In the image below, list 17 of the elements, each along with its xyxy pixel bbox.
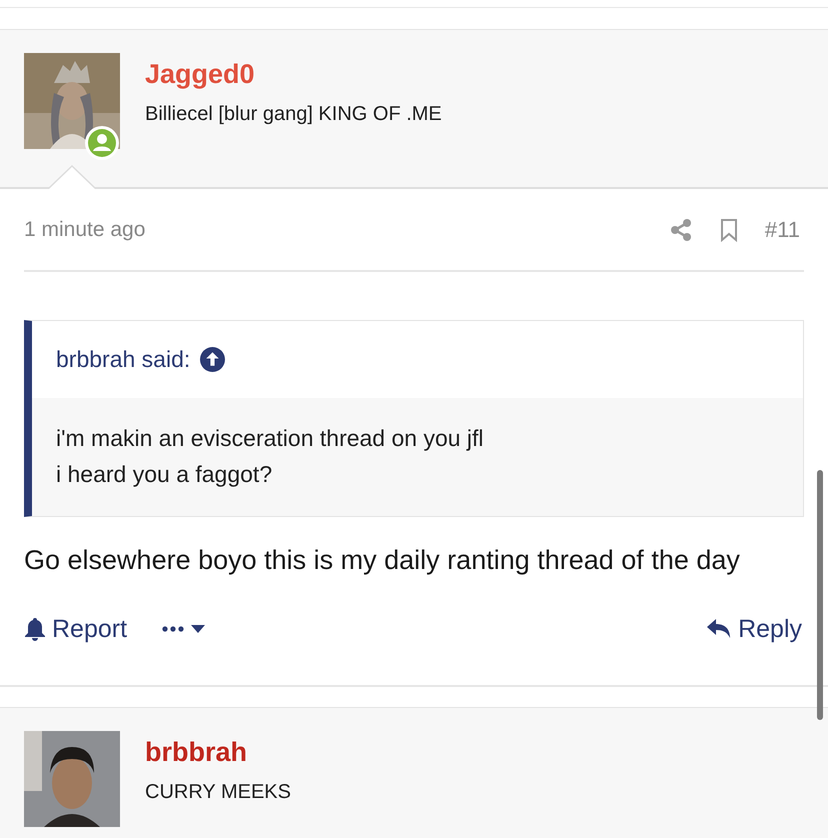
reply-icon[interactable]: [706, 618, 732, 640]
quote-text: i heard you a faggot?: [56, 460, 274, 489]
username[interactable]: Jagged0: [145, 59, 442, 90]
username[interactable]: brbbrah: [145, 737, 291, 768]
post-time[interactable]: 1 minute ago: [24, 218, 146, 242]
user-title: Billiecel [blur gang] KING OF .ME: [145, 103, 442, 126]
share-icon[interactable]: [668, 218, 693, 242]
scrollbar[interactable]: [817, 470, 823, 720]
reply-link[interactable]: Reply: [706, 614, 802, 644]
user-title: CURRY MEEKS: [145, 781, 291, 804]
quote-author-link[interactable]: brbbrah said:: [56, 346, 190, 373]
post-number[interactable]: #11: [764, 216, 800, 242]
report-link[interactable]: Report: [24, 614, 128, 644]
arrow-up-icon[interactable]: [200, 347, 226, 372]
post-message: Go elsewhere boyo this is my daily ranting thread of the day: [24, 544, 741, 577]
quote-text: i'm makin an evisceration thread on you jfl: [56, 424, 485, 453]
bell-icon[interactable]: [24, 617, 46, 641]
